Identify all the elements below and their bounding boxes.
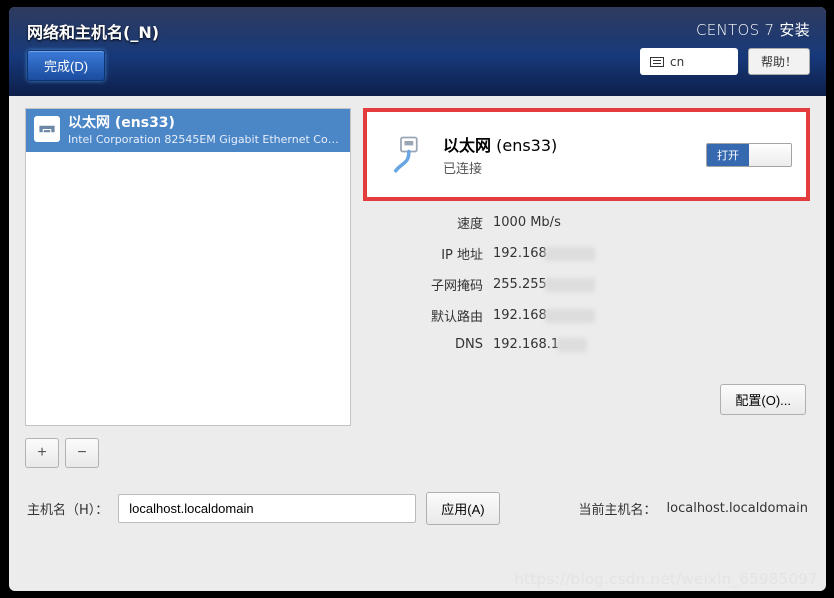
toggle-off-side: [749, 144, 791, 166]
keyboard-layout-selector[interactable]: cn: [640, 48, 738, 75]
connection-details: 速度 1000 Mb/s IP 地址 192.168 子网掩码 255.255 默认路…: [373, 213, 810, 352]
apply-button[interactable]: 应用(A): [426, 492, 499, 525]
mask-label: 子网掩码: [373, 275, 483, 294]
connection-name: 以太网 (ens33): [443, 132, 557, 156]
speed-value: 1000 Mb/s: [493, 215, 561, 230]
installer-title: CENTOS 7 安装: [640, 19, 810, 40]
current-hostname-label: 当前主机名：: [579, 499, 657, 518]
done-button[interactable]: 完成(D): [27, 50, 105, 81]
help-button[interactable]: 帮助！: [748, 48, 810, 75]
connection-status-panel: 以太网 (ens33) 已连接 打开: [363, 108, 810, 201]
hostname-label: 主机名（H）：: [27, 499, 108, 518]
route-value: 192.168: [493, 308, 595, 323]
device-list[interactable]: 以太网 (ens33) Intel Corporation 82545EM Gi…: [25, 108, 351, 426]
speed-label: 速度: [373, 213, 483, 232]
hostname-input[interactable]: [118, 494, 416, 523]
ethernet-icon: [34, 116, 60, 142]
ip-value: 192.168: [493, 246, 595, 261]
ethernet-icon: [387, 134, 429, 176]
dns-value: 192.168.1: [493, 337, 587, 352]
device-description: Intel Corporation 82545EM Gigabit Ethern…: [68, 133, 342, 147]
list-item[interactable]: 以太网 (ens33) Intel Corporation 82545EM Gi…: [26, 109, 350, 152]
toggle-on-label: 打开: [707, 144, 749, 166]
connection-state: 已连接: [443, 158, 557, 177]
ip-label: IP 地址: [373, 244, 483, 263]
current-hostname-value: localhost.localdomain: [667, 501, 808, 516]
add-device-button[interactable]: +: [25, 438, 59, 468]
keyboard-layout-label: cn: [670, 55, 684, 69]
dns-label: DNS: [373, 337, 483, 352]
device-name: 以太网 (ens33): [68, 115, 342, 133]
remove-device-button[interactable]: −: [65, 438, 99, 468]
configure-button[interactable]: 配置(O)...: [720, 384, 806, 415]
keyboard-icon: [650, 57, 664, 67]
route-label: 默认路由: [373, 306, 483, 325]
mask-value: 255.255: [493, 277, 595, 292]
header: 网络和主机名(_N) 完成(D) CENTOS 7 安装 cn 帮助！: [9, 7, 826, 96]
connection-toggle[interactable]: 打开: [706, 143, 792, 167]
